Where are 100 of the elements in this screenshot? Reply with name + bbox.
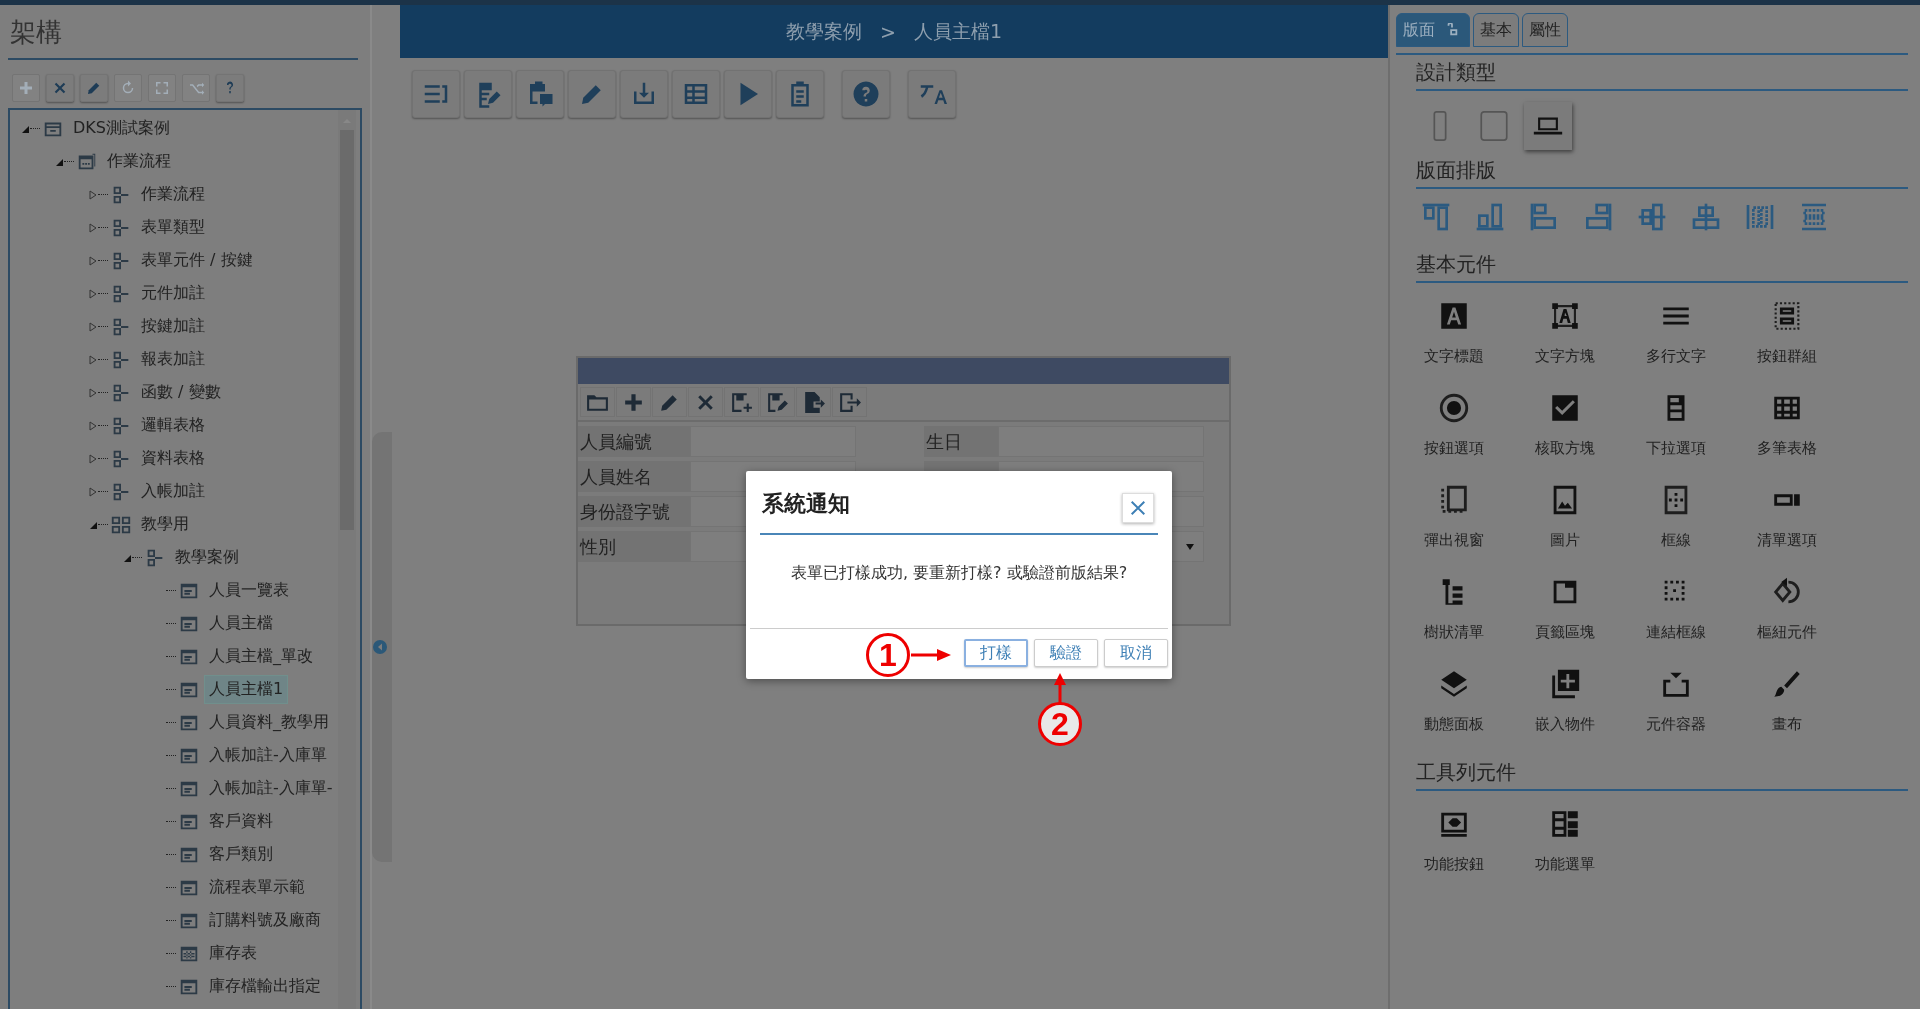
collapsed-triangle-icon[interactable] (88, 222, 98, 233)
component-label[interactable]: 連結框線 (1645, 623, 1706, 642)
tree-item[interactable]: 表單元件 / 按鍵 (136, 246, 258, 275)
component-label[interactable]: 彈出視窗 (1423, 531, 1484, 550)
tab[interactable]: 屬性 (1522, 13, 1568, 47)
toolbar-button[interactable] (776, 70, 824, 118)
tree-item[interactable]: 函數 / 變數 (136, 378, 226, 407)
toolbar-button[interactable] (688, 387, 723, 417)
align-bottom-icon[interactable] (1474, 201, 1506, 233)
tree-item[interactable]: 邏輯表格 (136, 411, 210, 440)
dialog-button[interactable]: 取消 (1104, 639, 1168, 667)
dialog-button[interactable]: 打樣 (964, 639, 1028, 667)
tree-item[interactable]: DKS測試案例 (68, 114, 175, 143)
center-v-icon[interactable] (1636, 201, 1668, 233)
device-button[interactable] (1524, 102, 1572, 150)
dialog-button[interactable]: 驗證 (1034, 639, 1098, 667)
close-button[interactable] (1122, 493, 1154, 523)
component-label[interactable]: 文字標題 (1423, 347, 1484, 366)
component-label[interactable]: 多行文字 (1645, 347, 1706, 366)
tree-item[interactable]: 教學用 (136, 510, 194, 539)
toolbar-button[interactable] (724, 387, 759, 417)
toolbar-button[interactable] (464, 70, 512, 118)
component-label[interactable]: 圖片 (1549, 531, 1580, 550)
component-label[interactable]: 功能選單 (1534, 855, 1595, 874)
field-label: 人員編號 (578, 426, 690, 457)
collapsed-triangle-icon[interactable] (88, 288, 98, 299)
toolbar-button[interactable] (908, 70, 956, 118)
toolbar-button[interactable] (568, 70, 616, 118)
component-label[interactable]: 功能按鈕 (1423, 855, 1484, 874)
tree-item[interactable]: 資料表格 (136, 444, 210, 473)
toolbar-button[interactable] (672, 70, 720, 118)
component-label[interactable]: 按鈕選項 (1423, 439, 1484, 458)
tree-item[interactable]: 入帳加註 (136, 477, 210, 506)
center-h-icon[interactable] (1690, 201, 1722, 233)
tree-item[interactable]: 按鍵加註 (136, 312, 210, 341)
tree-item[interactable]: 入帳加註-入庫單 (204, 741, 332, 770)
component-label[interactable]: 嵌入物件 (1534, 715, 1595, 734)
tree-item[interactable]: 人員主檔1 (204, 675, 289, 704)
component-label[interactable]: 畫布 (1771, 715, 1802, 734)
tree-item[interactable]: 客戶類別 (204, 840, 278, 869)
component-label[interactable]: 文字方塊 (1534, 347, 1595, 366)
component-label[interactable]: 頁籤區塊 (1534, 623, 1595, 642)
help-icon (851, 79, 881, 109)
tree-item[interactable]: 庫存檔輸出指定 (204, 972, 326, 1001)
tree-item[interactable]: 人員一覽表 (204, 576, 294, 605)
component-label[interactable]: 樞紐元件 (1756, 623, 1817, 642)
toolbar-button[interactable] (616, 387, 651, 417)
component-label[interactable]: 下拉選項 (1645, 439, 1706, 458)
toolbar-button[interactable] (80, 74, 108, 102)
collapsed-triangle-icon[interactable] (88, 387, 98, 398)
collapsed-triangle-icon[interactable] (88, 420, 98, 431)
toolbar-button[interactable] (652, 387, 687, 417)
tree-item[interactable]: 報表加註 (136, 345, 210, 374)
toolbar-button[interactable] (46, 74, 74, 102)
tab[interactable]: 基本 (1473, 13, 1519, 47)
tree-item[interactable]: 教學案例 (170, 543, 244, 572)
component-label[interactable]: 核取方塊 (1534, 439, 1595, 458)
toolbar-button[interactable] (620, 70, 668, 118)
scrollbar[interactable] (338, 110, 356, 1009)
tab[interactable]: 版面 (1396, 13, 1470, 47)
toolbar-button[interactable] (832, 387, 867, 417)
collapse-left-icon[interactable] (372, 639, 388, 655)
component-label[interactable]: 框線 (1660, 531, 1691, 550)
collapsed-triangle-icon[interactable] (88, 453, 98, 464)
component-label[interactable]: 清單選項 (1756, 531, 1817, 550)
tree-item[interactable]: 客戶資料 (204, 807, 278, 836)
toolbar-button[interactable] (516, 70, 564, 118)
collapsed-triangle-icon[interactable] (88, 255, 98, 266)
toolbar-button[interactable] (760, 387, 795, 417)
tree-item[interactable]: 人員資料_教學用 (204, 708, 334, 737)
component-label[interactable]: 動態面板 (1423, 715, 1484, 734)
toolbar-button[interactable] (412, 70, 460, 118)
toolbar-button[interactable] (580, 387, 615, 417)
collapsed-triangle-icon[interactable] (88, 354, 98, 365)
align-top-icon[interactable] (1420, 201, 1452, 233)
component-label[interactable]: 元件容器 (1645, 715, 1706, 734)
tree-item[interactable]: 流程表單示範 (204, 873, 310, 902)
tree-item[interactable]: 人員主檔_單改 (204, 642, 318, 671)
tree-item[interactable]: 入帳加註-入庫單- (204, 774, 338, 803)
collapse-handle[interactable] (372, 432, 392, 862)
toolbar-button[interactable] (216, 74, 244, 102)
tree-item[interactable]: 訂購料號及廠商 (204, 906, 326, 935)
tree-item[interactable]: 作業流程 (136, 180, 210, 209)
component-label[interactable]: 樹狀清單 (1423, 623, 1484, 642)
collapsed-triangle-icon[interactable] (88, 321, 98, 332)
breadcrumb-item[interactable]: 人員主檔1 (913, 18, 1002, 45)
collapsed-triangle-icon[interactable] (88, 486, 98, 497)
tree-item[interactable]: 作業流程 (102, 147, 176, 176)
tree-item[interactable]: 庫存表 (204, 939, 262, 968)
tree-item[interactable]: 人員主檔 (204, 609, 278, 638)
toolbar-button[interactable] (724, 70, 772, 118)
toolbar-button[interactable] (796, 387, 831, 417)
breadcrumb-item[interactable]: 教學案例 (786, 18, 862, 45)
component-label[interactable]: 按鈕群組 (1756, 347, 1817, 366)
tree-item[interactable]: 表單類型 (136, 213, 210, 242)
component-label[interactable]: 多筆表格 (1756, 439, 1817, 458)
toolbar-button[interactable] (842, 70, 890, 118)
collapsed-triangle-icon[interactable] (88, 189, 98, 200)
caret-icon (1185, 542, 1195, 551)
tree-item[interactable]: 元件加註 (136, 279, 210, 308)
